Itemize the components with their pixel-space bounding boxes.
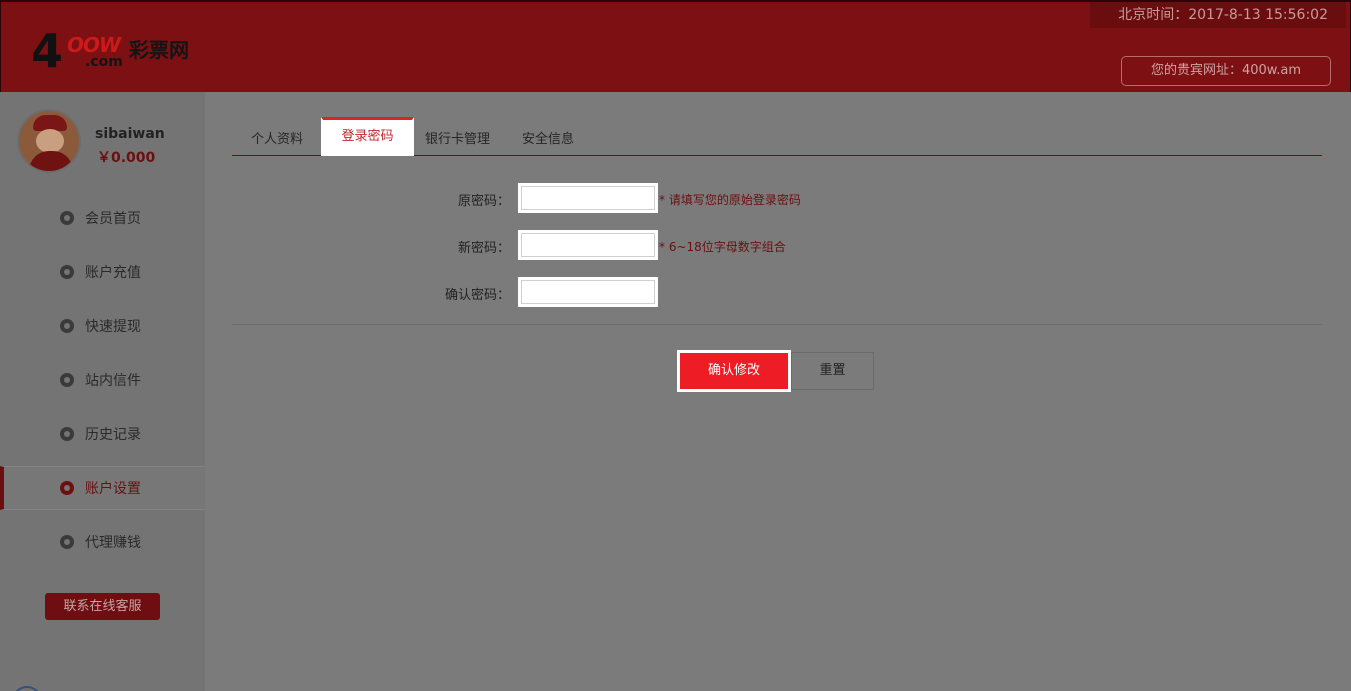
- username: sibaiwan: [95, 126, 165, 142]
- avatar: [17, 109, 81, 173]
- sidebar-item-agent[interactable]: 代理赚钱: [0, 520, 205, 564]
- confirm-password-input[interactable]: [518, 277, 658, 307]
- clock-icon: [60, 427, 74, 441]
- sidebar-item-messages[interactable]: 站内信件: [0, 358, 205, 402]
- logo-com: .com: [85, 54, 123, 70]
- sidebar-item-label: 站内信件: [85, 373, 141, 389]
- site-logo[interactable]: 4 OOW 彩票网 .com: [31, 28, 211, 76]
- confirm-password-label: 确认密码：: [444, 288, 510, 303]
- old-password-input[interactable]: [518, 183, 658, 213]
- home-icon: [60, 211, 74, 225]
- new-password-hint: * 6~18位字母数字组合: [659, 240, 786, 254]
- reset-button[interactable]: 重置: [791, 352, 874, 390]
- sidebar-item-deposit[interactable]: 账户充值: [0, 250, 205, 294]
- chat-icon[interactable]: [12, 686, 42, 691]
- sidebar-item-member-home[interactable]: 会员首页: [0, 196, 205, 240]
- sidebar-item-label: 快速提现: [85, 319, 141, 335]
- tab-login-password[interactable]: 登录密码: [321, 117, 414, 156]
- sidebar-item-account-settings[interactable]: 账户设置: [0, 466, 205, 510]
- logo-digit: 4: [31, 24, 64, 78]
- logo-cn-text: 彩票网: [129, 38, 189, 62]
- confirm-password-row: 确认密码：: [205, 277, 1351, 307]
- sidebar-item-label: 代理赚钱: [85, 535, 141, 551]
- sidebar-item-label: 会员首页: [85, 211, 141, 227]
- vip-site-url[interactable]: 您的贵宾网址：400w.am: [1121, 56, 1331, 86]
- sidebar-item-history[interactable]: 历史记录: [0, 412, 205, 456]
- tab-bank-card[interactable]: 银行卡管理: [425, 128, 490, 147]
- new-password-input[interactable]: [518, 230, 658, 260]
- tab-profile[interactable]: 个人资料: [251, 128, 303, 147]
- deposit-icon: [60, 265, 74, 279]
- money-icon: [60, 535, 74, 549]
- online-service-button[interactable]: 联系在线客服: [45, 593, 160, 620]
- main-content: 个人资料 登录密码 银行卡管理 安全信息 原密码： * 请填写您的原始登录密码 …: [205, 92, 1351, 691]
- gear-icon: [60, 481, 74, 495]
- old-password-label: 原密码：: [457, 194, 510, 209]
- avatar-body: [29, 151, 73, 171]
- header: 4 OOW 彩票网 .com 北京时间：2017-8-13 15:56:02 您…: [0, 0, 1351, 92]
- tab-bar: 个人资料 登录密码 银行卡管理 安全信息: [232, 117, 1322, 156]
- sidebar-item-label: 账户充值: [85, 265, 141, 281]
- mail-icon: [60, 373, 74, 387]
- old-password-hint: * 请填写您的原始登录密码: [659, 193, 801, 207]
- sidebar-item-withdraw[interactable]: 快速提现: [0, 304, 205, 348]
- confirm-change-button[interactable]: 确认修改: [677, 350, 791, 392]
- sidebar-item-label: 账户设置: [85, 481, 141, 497]
- new-password-row: 新密码： * 6~18位字母数字组合: [205, 230, 1351, 260]
- avatar-face: [36, 129, 64, 153]
- beijing-time: 北京时间：2017-8-13 15:56:02: [1090, 2, 1346, 28]
- withdraw-icon: [60, 319, 74, 333]
- tab-security-info[interactable]: 安全信息: [522, 128, 574, 147]
- new-password-label: 新密码：: [457, 241, 510, 256]
- balance: ￥0.000: [97, 150, 156, 166]
- sidebar-item-label: 历史记录: [85, 427, 141, 443]
- sidebar: sibaiwan ￥0.000 会员首页 账户充值 快速提现 站内信件 历史记录…: [0, 92, 205, 691]
- divider: [232, 324, 1322, 325]
- old-password-row: 原密码： * 请填写您的原始登录密码: [205, 183, 1351, 213]
